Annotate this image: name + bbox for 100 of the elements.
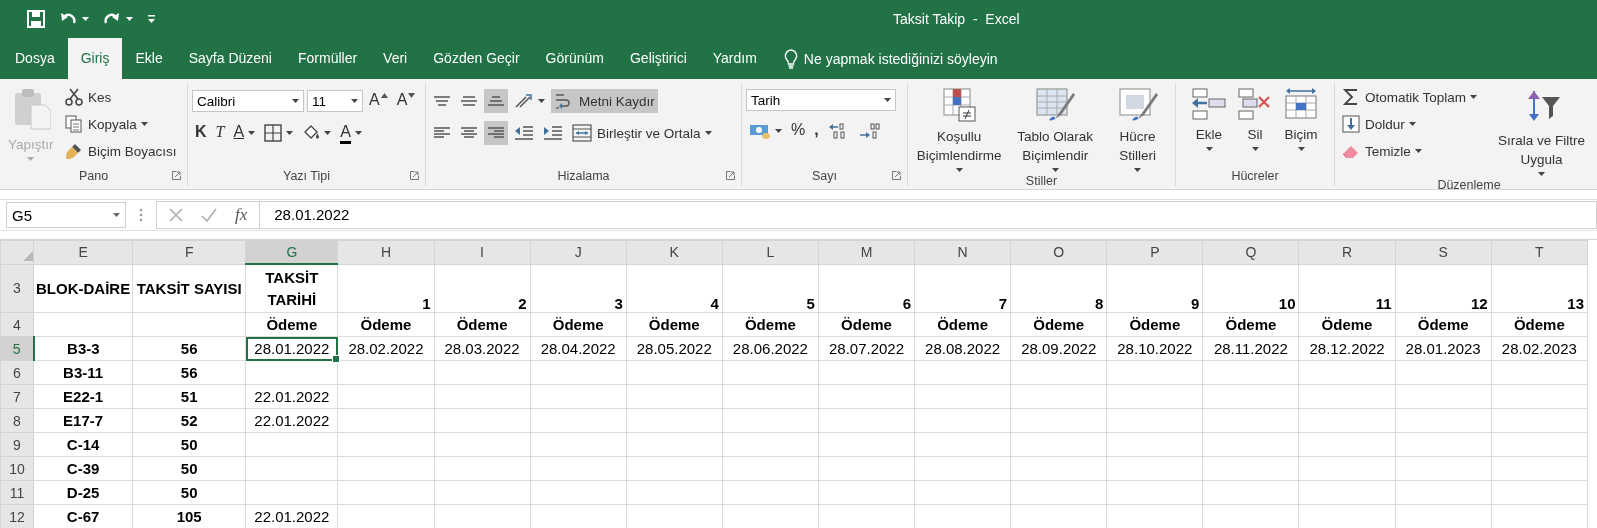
ribbon-tab[interactable]: Formüller bbox=[285, 38, 371, 79]
ribbon-button[interactable]: Temizle bbox=[1339, 139, 1481, 163]
ribbon-button[interactable]: Otomatik Toplam bbox=[1339, 85, 1481, 109]
cell-text: 52 bbox=[180, 412, 198, 429]
column-header[interactable]: G bbox=[245, 240, 338, 264]
ribbon-button[interactable]: Tablo Olarak Biçimlendir bbox=[1008, 83, 1103, 174]
ribbon-tab[interactable]: Gözden Geçir bbox=[420, 38, 533, 79]
column-header[interactable]: J bbox=[530, 240, 627, 264]
font-size-button[interactable]: A bbox=[393, 89, 419, 113]
caret-icon bbox=[351, 99, 358, 103]
tell-me-search[interactable]: Ne yapmak istediğinizi söyleyin bbox=[783, 38, 998, 79]
cell-text: Ödeme bbox=[1225, 316, 1277, 333]
row-header[interactable]: 11 bbox=[0, 480, 34, 505]
ribbon-button[interactable]: Sırala ve Filtre Uygula bbox=[1484, 83, 1597, 178]
customize-icon[interactable] bbox=[147, 15, 156, 23]
ribbon-tab[interactable]: Geliştirici bbox=[616, 38, 700, 79]
column-header[interactable]: F bbox=[132, 240, 246, 264]
row-header[interactable]: 8 bbox=[0, 408, 34, 433]
column-header[interactable]: K bbox=[626, 240, 723, 264]
align-bottom-icon bbox=[487, 96, 505, 106]
column-header[interactable]: H bbox=[337, 240, 434, 264]
dialog-launcher-icon[interactable] bbox=[410, 171, 419, 180]
column-header[interactable]: L bbox=[722, 240, 819, 264]
cell-text: 28.08.2022 bbox=[925, 340, 1001, 357]
dialog-launcher-icon[interactable] bbox=[892, 171, 901, 180]
dialog-launcher-icon[interactable] bbox=[172, 171, 181, 180]
active-cell[interactable]: 28.01.2022 bbox=[245, 336, 338, 361]
ribbon-button[interactable]: Koşullu Biçimlendirme bbox=[912, 83, 1007, 174]
ribbon-button[interactable]: Biçim Boyacısı bbox=[62, 139, 180, 163]
ribbon-tab[interactable]: Dosya bbox=[2, 38, 68, 79]
row-header[interactable]: 5 bbox=[0, 336, 34, 361]
column-header[interactable]: R bbox=[1299, 240, 1396, 264]
merge-icon bbox=[572, 124, 592, 142]
font-color-button[interactable]: A bbox=[337, 121, 365, 145]
ribbon-button[interactable]: Sil bbox=[1233, 83, 1277, 166]
dialog-launcher-icon[interactable] bbox=[726, 171, 735, 180]
ribbon-tab[interactable]: Yardım bbox=[699, 38, 770, 79]
align-middle-icon bbox=[460, 96, 478, 106]
cell-text: 50 bbox=[180, 460, 198, 477]
italic-button[interactable]: T bbox=[212, 121, 228, 145]
format-button[interactable]: % bbox=[788, 119, 809, 143]
bold-button[interactable]: K bbox=[192, 121, 210, 145]
column-header[interactable]: O bbox=[1010, 240, 1107, 264]
column-header[interactable]: P bbox=[1106, 240, 1203, 264]
column-header[interactable]: I bbox=[434, 240, 531, 264]
ribbon-button[interactable]: Doldur bbox=[1339, 112, 1481, 136]
cell-text: 28.07.2022 bbox=[828, 340, 905, 357]
cell-text: Ödeme bbox=[1417, 316, 1469, 333]
ribbon-button[interactable]: Hücre Stilleri bbox=[1104, 83, 1171, 174]
ribbon-button[interactable]: Kopyala bbox=[62, 112, 180, 136]
drag-handle-icon[interactable] bbox=[139, 208, 143, 222]
cancel-icon[interactable] bbox=[169, 208, 183, 222]
underline-button[interactable]: A bbox=[230, 121, 259, 145]
dropdown-field[interactable]: 11 bbox=[307, 90, 363, 112]
column-header[interactable]: T bbox=[1491, 240, 1588, 264]
dropdown-field[interactable]: Tarih bbox=[746, 89, 896, 111]
name-box[interactable]: G5 bbox=[6, 202, 126, 228]
row-header[interactable]: 6 bbox=[0, 360, 34, 385]
caret-up-icon bbox=[380, 93, 388, 98]
column-header[interactable]: Q bbox=[1202, 240, 1299, 264]
cell-text: 28.03.2022 bbox=[444, 340, 520, 357]
fill-handle[interactable] bbox=[332, 355, 341, 363]
enter-icon[interactable] bbox=[201, 208, 217, 222]
cell-text: Ödeme bbox=[1033, 316, 1085, 333]
ribbon-tab[interactable]: Giriş bbox=[67, 38, 123, 79]
cell-text: Ödeme bbox=[1321, 316, 1373, 333]
column-header[interactable]: S bbox=[1395, 240, 1492, 264]
font-size-button[interactable]: A bbox=[366, 89, 391, 113]
column-header[interactable]: M bbox=[818, 240, 915, 264]
caret-icon bbox=[292, 99, 299, 103]
ribbon-tab[interactable]: Ekle bbox=[122, 38, 176, 79]
ribbon-button[interactable]: Biçim bbox=[1279, 83, 1323, 166]
row-header[interactable]: 4 bbox=[0, 312, 34, 337]
cell-text: 50 bbox=[180, 484, 198, 501]
ribbon-button[interactable]: Kes bbox=[62, 85, 180, 109]
caret-down-icon bbox=[408, 93, 416, 98]
dropdown-field[interactable]: Calibri bbox=[192, 90, 304, 112]
insert-function-button[interactable]: fx bbox=[235, 205, 248, 225]
row-header[interactable]: 12 bbox=[0, 504, 34, 528]
ribbon-button[interactable]: Metni Kaydır bbox=[551, 89, 658, 113]
row-header[interactable]: 9 bbox=[0, 432, 34, 457]
cell-text: 9 bbox=[1191, 295, 1200, 312]
bold-button[interactable]: , bbox=[811, 119, 822, 143]
formula-field[interactable]: 28.01.2022 bbox=[260, 201, 1597, 229]
cell-text: 51 bbox=[180, 388, 198, 405]
row-header[interactable]: 3 bbox=[0, 264, 34, 313]
ribbon-button[interactable]: Birleştir ve Ortala bbox=[569, 121, 715, 145]
lightbulb-icon bbox=[783, 48, 798, 69]
column-header[interactable]: N bbox=[914, 240, 1011, 264]
ribbon-tab[interactable]: Görünüm bbox=[532, 38, 617, 79]
cell-text: Ödeme bbox=[744, 316, 796, 333]
row-header[interactable]: 10 bbox=[0, 456, 34, 481]
ribbon-button[interactable]: Ekle bbox=[1187, 83, 1231, 166]
save-icon[interactable] bbox=[27, 10, 45, 28]
ribbon-tab[interactable]: Sayfa Düzeni bbox=[175, 38, 285, 79]
indent-icon bbox=[543, 124, 563, 142]
row-header[interactable]: 7 bbox=[0, 384, 34, 409]
column-header[interactable]: E bbox=[33, 240, 133, 264]
border-icon bbox=[264, 124, 283, 142]
ribbon-tab[interactable]: Veri bbox=[370, 38, 421, 79]
